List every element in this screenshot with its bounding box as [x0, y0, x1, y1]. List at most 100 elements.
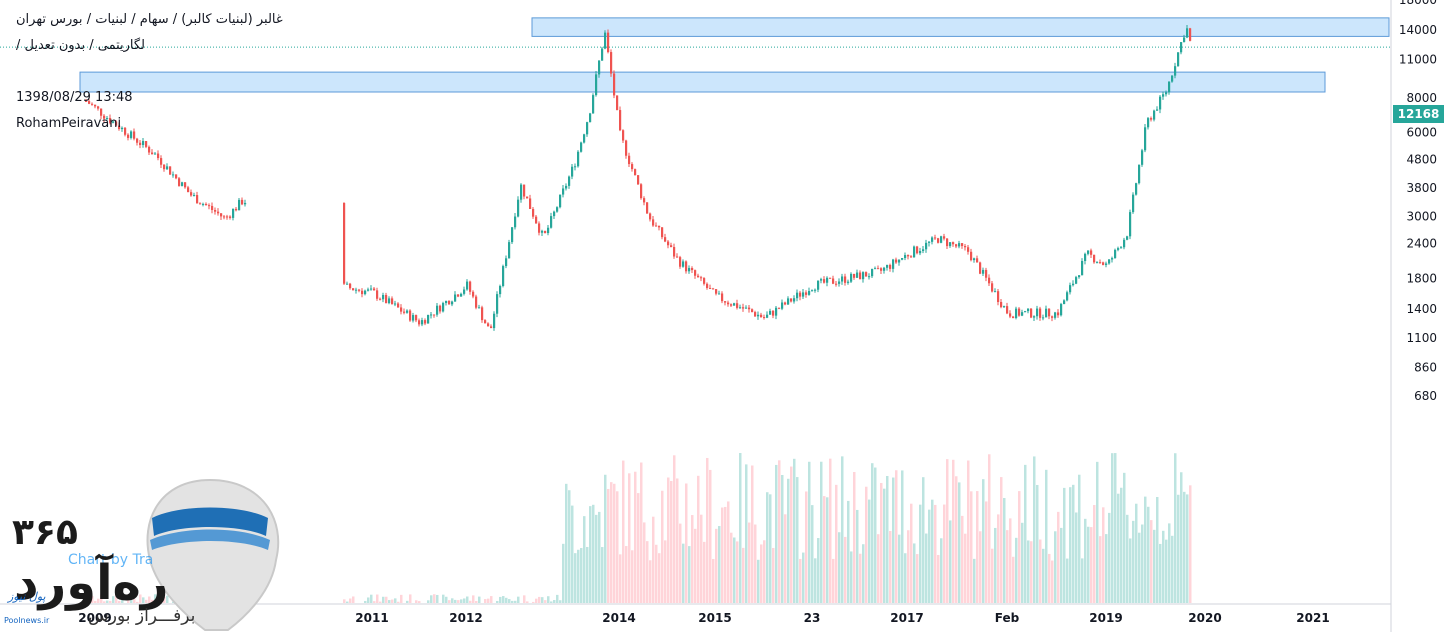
candle-body	[886, 264, 889, 268]
volume-bar	[1156, 497, 1159, 603]
candle-body	[685, 261, 688, 272]
volume-bar	[664, 540, 667, 603]
candle-body	[676, 256, 679, 258]
volume-bar	[385, 596, 388, 603]
candle-body	[526, 196, 529, 199]
candle-body	[544, 230, 547, 234]
candle-body	[1129, 212, 1132, 237]
candle-body	[163, 164, 166, 170]
volume-bar	[739, 453, 742, 603]
candle-body	[991, 283, 994, 292]
volume-bar	[583, 516, 586, 603]
volume-bar	[994, 527, 997, 603]
candle-body	[928, 241, 931, 243]
candle-body	[568, 176, 571, 186]
candle-body	[472, 291, 475, 297]
volume-bar	[487, 598, 490, 603]
candle-body	[199, 203, 202, 205]
candle-body	[1147, 118, 1150, 128]
candle-body	[1087, 250, 1090, 254]
candle-body	[1051, 316, 1054, 318]
volume-bar	[466, 596, 469, 603]
volume-bar	[1099, 536, 1102, 603]
volume-bar	[364, 600, 367, 603]
volume-bar	[451, 598, 454, 603]
volume-bar	[469, 600, 472, 603]
volume-bar	[565, 483, 568, 603]
candle-body	[100, 108, 103, 116]
volume-bar	[367, 597, 370, 603]
candle-body	[871, 268, 874, 277]
x-tick-label: Feb	[995, 611, 1020, 625]
volume-bar	[571, 505, 574, 603]
volume-bar	[715, 528, 718, 603]
volume-bar	[775, 464, 778, 603]
volume-bar	[727, 501, 730, 603]
candle-body	[631, 164, 634, 170]
x-tick-label: 2019	[1089, 611, 1122, 625]
candle-body	[541, 230, 544, 233]
volume-bar	[1153, 529, 1156, 603]
candle-body	[217, 211, 220, 214]
candle-body	[1141, 150, 1144, 165]
volume-bar	[568, 490, 571, 603]
volume-bar	[802, 552, 805, 603]
candle-body	[709, 287, 712, 289]
volume-bar	[577, 549, 580, 603]
volume-bar	[976, 491, 979, 603]
volume-bar	[592, 504, 595, 603]
candle-body	[925, 242, 928, 250]
candle-body	[457, 294, 460, 297]
volume-bar	[1054, 531, 1057, 603]
candle-body	[130, 131, 133, 138]
candle-body	[895, 259, 898, 263]
y-tick-label: 3800	[1406, 181, 1437, 195]
volume-bar	[1036, 484, 1039, 603]
volume-bar	[610, 482, 613, 603]
volume-bar	[1078, 474, 1081, 603]
volume-bar	[706, 457, 709, 603]
candle-body	[835, 283, 838, 285]
logo-subtitle: برفـــراز بورس	[88, 606, 196, 626]
candle-body	[1144, 127, 1147, 151]
volume-bar	[970, 491, 973, 603]
candle-body	[172, 174, 175, 176]
volume-bar	[730, 532, 733, 603]
candle-body	[184, 182, 187, 188]
candle-body	[367, 289, 370, 291]
volume-bar	[928, 509, 931, 603]
chart-mode-label: لگاریتمی / بدون تعدیل /	[16, 38, 146, 53]
candle-body	[397, 303, 400, 308]
candle-body	[910, 256, 913, 258]
candle-body	[1009, 313, 1012, 317]
volume-bar	[991, 548, 994, 603]
candle-body	[439, 305, 442, 312]
candle-body	[241, 199, 244, 205]
volume-bar	[823, 496, 826, 603]
volume-bar	[1072, 484, 1075, 603]
candle-body	[187, 187, 190, 193]
symbol-title: غالبر (لبنيات كالبر) / سهام / لبنيات / ب…	[16, 12, 283, 27]
candle-body	[715, 289, 718, 294]
volume-bar	[601, 547, 604, 603]
volume-bar	[856, 509, 859, 603]
last-price-tag: 12168	[1393, 105, 1444, 123]
candle-body	[1162, 94, 1165, 97]
candle-body	[421, 320, 424, 325]
candle-body	[412, 315, 415, 321]
volume-bar	[760, 544, 763, 603]
candle-body	[706, 283, 709, 288]
volume-bar	[940, 538, 943, 603]
candle-body	[982, 269, 985, 274]
candle-body	[1042, 317, 1045, 319]
candle-body	[409, 310, 412, 321]
volume-bar	[1150, 520, 1153, 603]
volume-bar	[904, 553, 907, 603]
volume-bar	[850, 551, 853, 603]
volume-bar	[1183, 491, 1186, 603]
candle-body	[889, 264, 892, 269]
candle-body	[445, 300, 448, 304]
volume-bar	[667, 477, 670, 603]
volume-bar	[388, 600, 391, 603]
volume-bar	[880, 482, 883, 603]
